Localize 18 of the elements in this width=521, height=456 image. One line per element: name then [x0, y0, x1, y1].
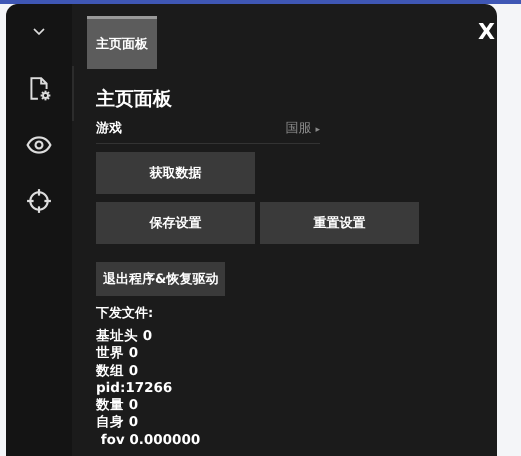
game-select[interactable]: 游戏 国服 ▸ — [96, 116, 320, 144]
info-line: fov 0.000000 — [100, 432, 200, 450]
info-line: 世界 0 — [96, 345, 140, 363]
info-line: 基址头 0 — [96, 328, 154, 346]
info-line: pid:17266 — [96, 380, 174, 398]
chevron-down-icon[interactable] — [33, 28, 45, 36]
action-button[interactable]: 保存设置 — [96, 202, 255, 244]
action-button[interactable]: 重置设置 — [260, 202, 419, 244]
crosshair-icon[interactable] — [26, 188, 52, 214]
section-label: 下发文件: — [96, 304, 154, 322]
action-button[interactable]: 获取数据 — [96, 152, 255, 194]
info-line: 自身 0 — [96, 414, 140, 432]
tab[interactable]: 主页面板 — [87, 16, 157, 69]
panel-heading: 主页面板 — [96, 87, 172, 112]
info-line: 数组 0 — [96, 362, 140, 380]
close-button[interactable]: X — [476, 20, 497, 45]
info-line: 数量 0 — [96, 397, 140, 414]
exit-button[interactable]: 退出程序&恢复驱动 — [96, 262, 226, 296]
